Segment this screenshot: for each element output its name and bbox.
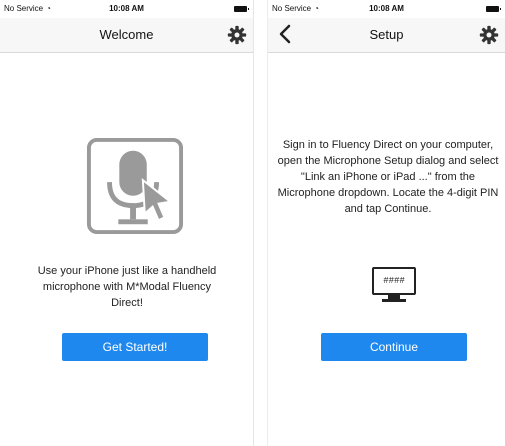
microphone-cursor-icon	[86, 137, 184, 235]
monitor-icon: ####	[372, 267, 416, 307]
battery-icon	[234, 6, 249, 12]
gear-icon[interactable]	[227, 25, 247, 45]
continue-button[interactable]: Continue	[321, 333, 467, 361]
welcome-screen: No Service ◔ 10:08 AM Welcome Use your i…	[0, 0, 254, 446]
battery-icon	[486, 6, 501, 12]
status-bar: No Service ◔ 10:08 AM	[268, 0, 505, 18]
setup-screen: No Service ◔ 10:08 AM Setup Sign in to F…	[267, 0, 505, 446]
page-title: Setup	[369, 27, 404, 42]
status-time: 10:08 AM	[369, 4, 404, 13]
status-bar: No Service ◔ 10:08 AM	[0, 0, 253, 18]
status-time: 10:08 AM	[109, 4, 144, 13]
get-started-button[interactable]: Get Started!	[62, 333, 208, 361]
monitor-base	[382, 299, 406, 302]
page-title: Welcome	[99, 27, 154, 42]
pin-placeholder: ####	[372, 267, 416, 295]
nav-bar: Setup	[268, 18, 505, 53]
setup-instructions: Sign in to Fluency Direct on your comput…	[277, 139, 499, 215]
nav-bar: Welcome	[0, 18, 253, 53]
welcome-message: Use your iPhone just like a handheld mic…	[37, 265, 217, 309]
gear-icon[interactable]	[479, 25, 499, 45]
